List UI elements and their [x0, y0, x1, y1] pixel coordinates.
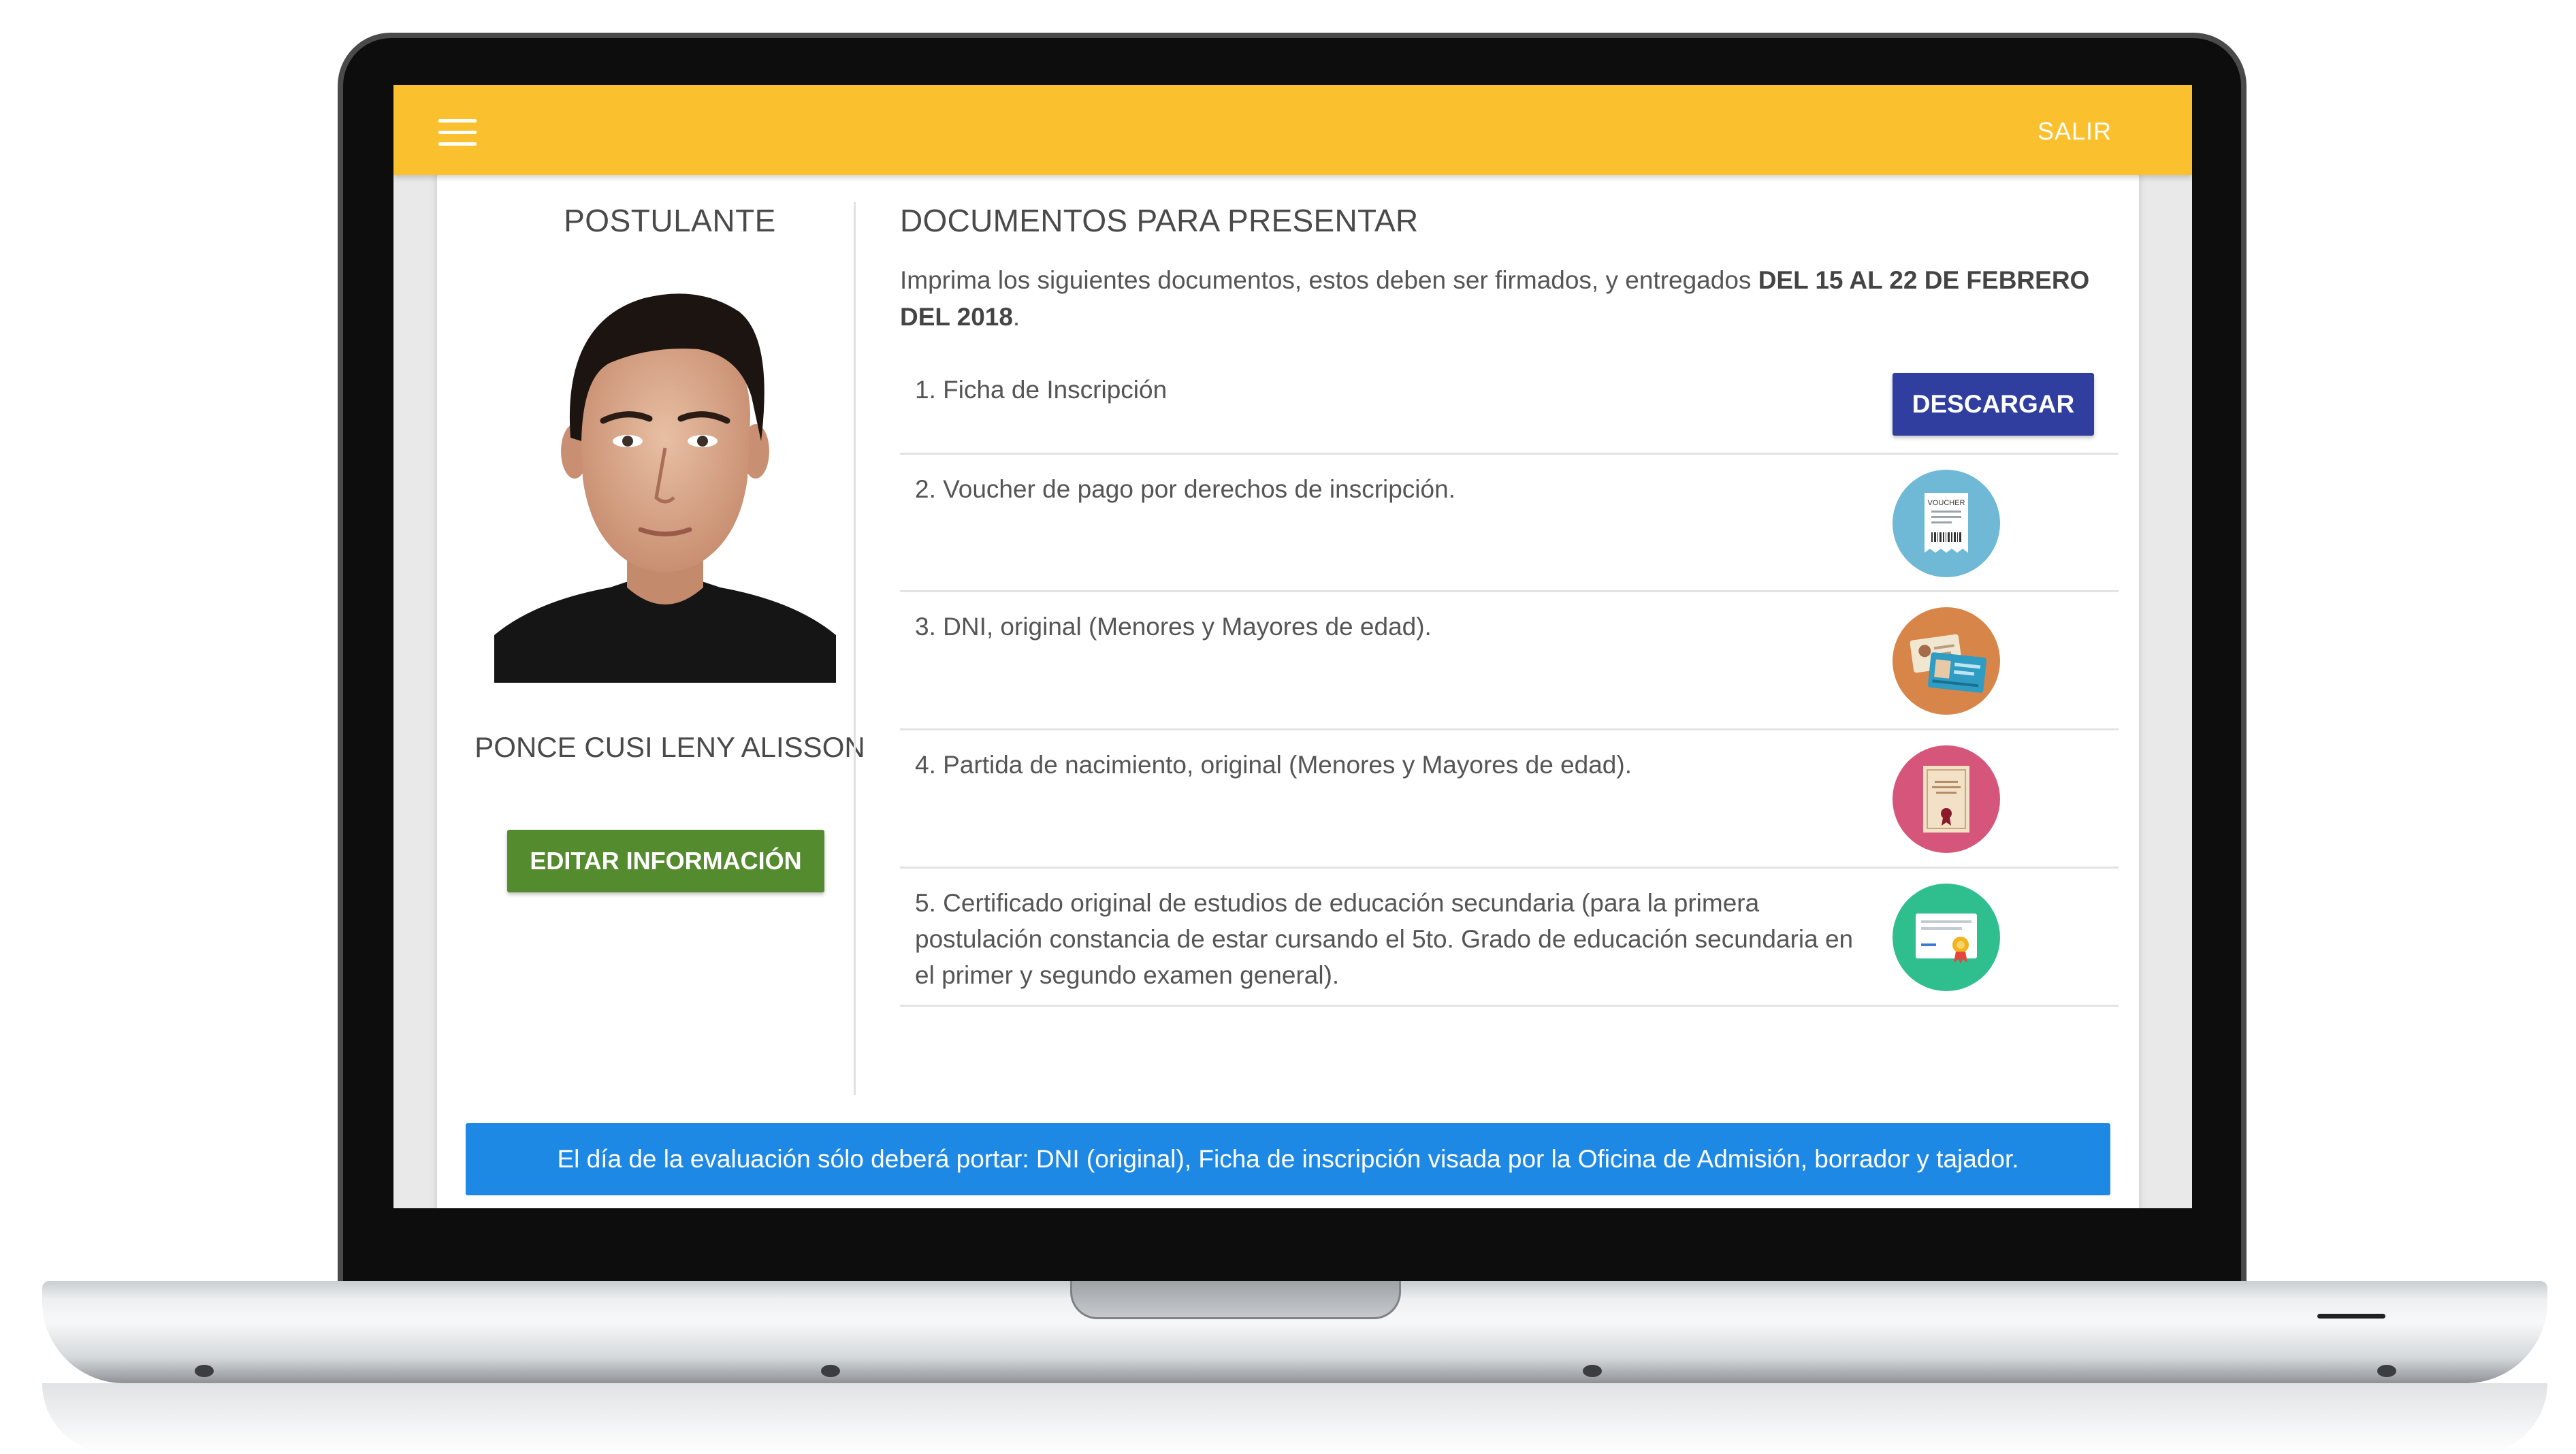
edit-info-button[interactable]: EDITAR INFORMACIÓN — [507, 830, 824, 892]
laptop-foot — [195, 1365, 214, 1377]
document-label: 2. Voucher de pago por derechos de inscr… — [915, 475, 1455, 503]
top-app-bar: SALIR — [393, 85, 2192, 175]
documents-intro: Imprima los siguientes documentos, estos… — [900, 266, 2090, 331]
document-label: 1. Ficha de Inscripción — [915, 376, 1168, 404]
laptop-foot — [1583, 1365, 1602, 1377]
logout-button[interactable]: SALIR — [2038, 117, 2112, 146]
laptop-foot — [2377, 1365, 2396, 1377]
applicant-section-title: POSTULANTE — [564, 203, 776, 238]
document-row: 3. DNI, original (Menores y Mayores de e… — [900, 592, 2119, 730]
id-card-icon — [1893, 607, 2000, 715]
laptop-screen: SALIR POSTULANTE PONCE CUSI LENY ALISSON… — [393, 85, 2192, 1208]
document-label: 4. Partida de nacimiento, original (Meno… — [915, 751, 1632, 779]
document-row: 1. Ficha de Inscripción DESCARGAR — [900, 355, 2119, 455]
document-row: 2. Voucher de pago por derechos de inscr… — [900, 455, 2119, 592]
laptop-notch — [1070, 1281, 1401, 1319]
voucher-icon: VOUCHER — [1893, 470, 2000, 577]
laptop-mockup: SALIR POSTULANTE PONCE CUSI LENY ALISSON… — [0, 0, 2576, 1454]
laptop-indicator — [2317, 1314, 2385, 1319]
laptop-foot — [821, 1365, 840, 1377]
applicant-panel: POSTULANTE PONCE CUSI LENY ALISSON EDITA… — [466, 175, 881, 1182]
applicant-name: PONCE CUSI LENY ALISSON — [474, 731, 865, 763]
download-button[interactable]: DESCARGAR — [1893, 373, 2094, 436]
main-card: POSTULANTE PONCE CUSI LENY ALISSON EDITA… — [437, 175, 2139, 1208]
column-divider — [854, 202, 856, 1095]
document-row: 5. Certificado original de estudios de e… — [900, 869, 2119, 1007]
svg-text:VOUCHER: VOUCHER — [1927, 499, 1965, 507]
document-row: 4. Partida de nacimiento, original (Meno… — [900, 730, 2119, 869]
documents-panel: DOCUMENTOS PARA PRESENTAR Imprima los si… — [900, 175, 2119, 1142]
certificate-icon — [1893, 884, 2000, 991]
laptop-reflection — [42, 1383, 2547, 1454]
document-label: 3. DNI, original (Menores y Mayores de e… — [915, 613, 1432, 641]
evaluation-notice: El día de la evaluación sólo deberá port… — [466, 1123, 2110, 1195]
document-label: 5. Certificado original de estudios de e… — [915, 889, 1854, 989]
hamburger-menu-icon[interactable] — [438, 119, 477, 146]
documents-section-title: DOCUMENTOS PARA PRESENTAR — [900, 203, 1419, 238]
applicant-photo — [494, 281, 836, 683]
birth-certificate-icon — [1893, 745, 2000, 853]
